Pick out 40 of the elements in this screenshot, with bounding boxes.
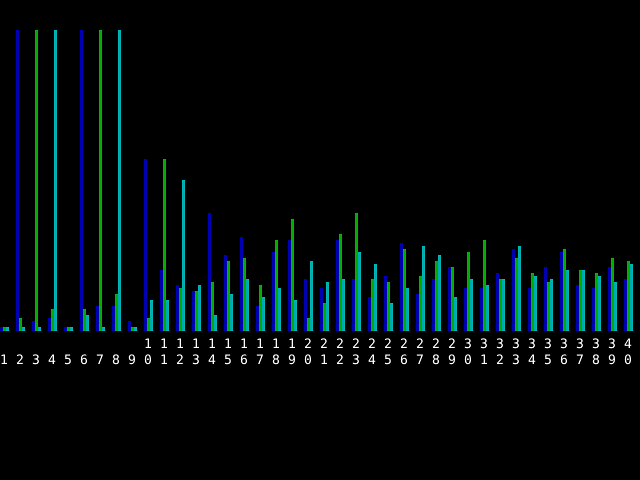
axis-label: 34 — [528, 337, 536, 369]
axis-label: 21 — [320, 337, 328, 369]
axis-label: 25 — [384, 337, 392, 369]
axis-label: 32 — [496, 337, 504, 369]
axis-label: 8 — [112, 353, 120, 369]
axis-label: 6 — [80, 353, 88, 369]
axis-label: 5 — [64, 353, 72, 369]
axis-label: 33 — [512, 337, 520, 369]
axis-label: 26 — [400, 337, 408, 369]
axis-label: 27 — [416, 337, 424, 369]
axis-label: 9 — [128, 353, 136, 369]
axis-label: 40 — [624, 337, 632, 369]
axis-label: 23 — [352, 337, 360, 369]
axis-label: 16 — [240, 337, 248, 369]
axis-label: 24 — [368, 337, 376, 369]
axis-label: 10 — [144, 337, 152, 369]
axis-label: 3 — [32, 353, 40, 369]
axis-label: 13 — [192, 337, 200, 369]
axis-label: 38 — [592, 337, 600, 369]
axis-label: 28 — [432, 337, 440, 369]
axis-label: 12 — [176, 337, 184, 369]
axis-label: 14 — [208, 337, 216, 369]
axis-label: 36 — [560, 337, 568, 369]
axis-label: 20 — [304, 337, 312, 369]
axis-label: 18 — [272, 337, 280, 369]
axis-label: 19 — [288, 337, 296, 369]
axis-label: 1 — [0, 353, 8, 369]
axis-label: 37 — [576, 337, 584, 369]
axis-label: 31 — [480, 337, 488, 369]
axis-label: 22 — [336, 337, 344, 369]
axis-label: 4 — [48, 353, 56, 369]
axis-label: 30 — [464, 337, 472, 369]
axis-label: 17 — [256, 337, 264, 369]
axis-label: 35 — [544, 337, 552, 369]
axis-label: 2 — [16, 353, 24, 369]
axis-label: 7 — [96, 353, 104, 369]
axis-label: 29 — [448, 337, 456, 369]
axis-label: 11 — [160, 337, 168, 369]
axis-label: 15 — [224, 337, 232, 369]
axis-label: 39 — [608, 337, 616, 369]
